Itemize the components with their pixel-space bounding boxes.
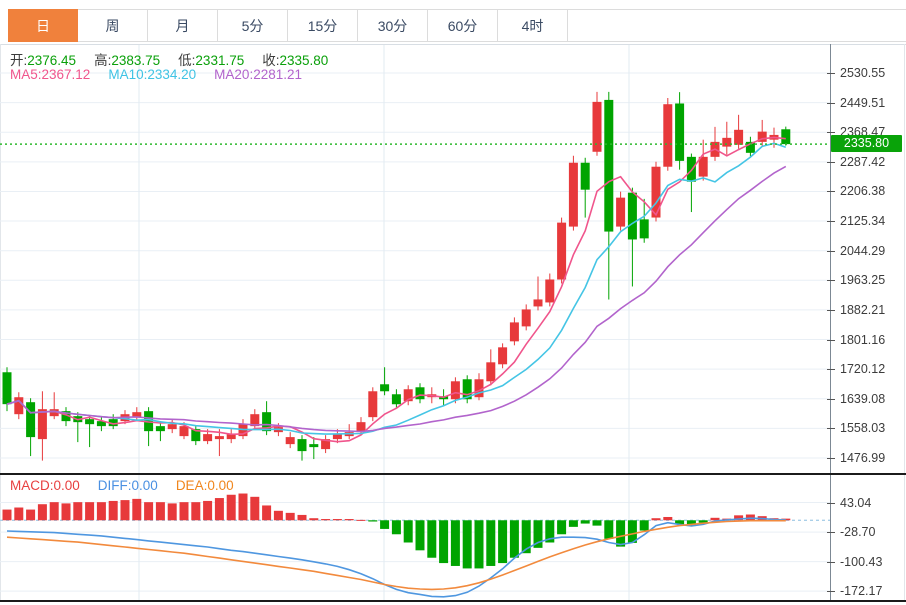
price-tick-mark bbox=[827, 102, 835, 104]
price-tick-label: 2287.42 bbox=[840, 154, 886, 169]
legend-label: MA10: bbox=[108, 67, 148, 82]
price-tick-mark bbox=[827, 428, 835, 430]
chart-right-border bbox=[904, 44, 905, 601]
legend-value: 0.00 bbox=[207, 478, 234, 493]
macd-tick-mark bbox=[827, 502, 835, 504]
macd-tick-label: -28.70 bbox=[840, 525, 876, 540]
legend-label: DEA: bbox=[175, 478, 208, 493]
ohlc-row-item: 开:2376.45 bbox=[10, 49, 76, 69]
macd-legend: MACD:0.00 DIFF:0.00 DEA:0.00 bbox=[10, 478, 252, 493]
current-price-badge: 2335.80 bbox=[831, 135, 902, 153]
price-tick-mark bbox=[827, 339, 835, 341]
gold-chart-app: 日周月 5分 15分 30分 60分 4时 开:2376.45 高:2383.75 低:233… bbox=[0, 0, 906, 605]
tab-5[interactable]: 15分 bbox=[288, 9, 358, 42]
macd-tick-mark bbox=[827, 532, 835, 534]
tab-1[interactable]: 日 bbox=[8, 9, 78, 42]
price-chart-canvas[interactable] bbox=[0, 45, 830, 473]
price-tick-label: 1801.16 bbox=[840, 332, 886, 347]
macd-chart-canvas[interactable] bbox=[0, 475, 830, 600]
price-tick-label: 2530.55 bbox=[840, 65, 886, 80]
ma-row-item: MA10:2334.20 bbox=[108, 67, 196, 82]
macd-row-item: DIFF:0.00 bbox=[98, 478, 158, 493]
price-tick-label: 2044.29 bbox=[840, 243, 886, 258]
legend-label: MA5: bbox=[10, 67, 42, 82]
price-tick-label: 2449.51 bbox=[840, 95, 886, 110]
legend-value: 2376.45 bbox=[27, 53, 77, 68]
price-tick-mark bbox=[827, 398, 835, 400]
ma-row-item: MA20:2281.21 bbox=[214, 67, 302, 82]
ohlc-legend: 开:2376.45 高:2383.75 低:2331.75 收:2335.80 bbox=[10, 49, 346, 69]
tab-6[interactable]: 30分 bbox=[358, 9, 428, 42]
tab-7[interactable]: 60分 bbox=[428, 9, 498, 42]
price-tick-mark bbox=[827, 280, 835, 282]
timeframe-tabbar: 日周月 5分 15分 30分 60分 4时 bbox=[8, 9, 906, 42]
macd-tick-label: -100.43 bbox=[840, 554, 883, 569]
ohlc-row-item: 高:2383.75 bbox=[94, 49, 160, 69]
legend-value: 2334.20 bbox=[147, 67, 197, 82]
price-tick-label: 2125.34 bbox=[840, 214, 886, 229]
legend-value: 2335.80 bbox=[279, 53, 329, 68]
legend-label: 低: bbox=[178, 53, 196, 68]
ma-legend: MA5:2367.12 MA10:2334.20 MA20:2281.21 bbox=[10, 67, 320, 82]
legend-label: MACD: bbox=[10, 478, 54, 493]
bottom-separator bbox=[0, 600, 906, 602]
price-tick-mark bbox=[827, 191, 835, 193]
price-tick-label: 2206.38 bbox=[840, 184, 886, 199]
price-tick-mark bbox=[827, 161, 835, 163]
price-tick-mark bbox=[827, 369, 835, 371]
price-tick-mark bbox=[827, 309, 835, 311]
legend-label: DIFF: bbox=[97, 478, 132, 493]
legend-label: 高: bbox=[94, 53, 112, 68]
price-tick-mark bbox=[827, 132, 835, 134]
macd-row-item: MACD:0.00 bbox=[10, 478, 80, 493]
macd-tick-mark bbox=[827, 591, 835, 593]
price-tick-label: 1639.08 bbox=[840, 391, 886, 406]
legend-value: 2383.75 bbox=[111, 53, 161, 68]
legend-value: 0.00 bbox=[53, 478, 80, 493]
price-tick-mark bbox=[827, 72, 835, 74]
tab-3[interactable]: 月 bbox=[148, 9, 218, 42]
legend-value: 0.00 bbox=[131, 478, 158, 493]
price-tick-mark bbox=[827, 221, 835, 223]
tab-4[interactable]: 5分 bbox=[218, 9, 288, 42]
price-tick-mark bbox=[827, 458, 835, 460]
price-tick-label: 1476.99 bbox=[840, 451, 886, 466]
tab-2[interactable]: 周 bbox=[78, 9, 148, 42]
macd-tick-label: -172.17 bbox=[840, 584, 883, 599]
price-tick-mark bbox=[827, 250, 835, 252]
price-tick-label: 1558.03 bbox=[840, 421, 886, 436]
price-tick-label: 1963.25 bbox=[840, 273, 886, 288]
legend-value: 2331.75 bbox=[195, 53, 245, 68]
legend-label: 收: bbox=[262, 53, 280, 68]
ohlc-row-item: 低:2331.75 bbox=[178, 49, 244, 69]
legend-value: 2367.12 bbox=[41, 67, 91, 82]
price-tick-label: 1720.12 bbox=[840, 362, 886, 377]
tabbar-filler bbox=[568, 9, 906, 42]
ma-row-item: MA5:2367.12 bbox=[10, 67, 90, 82]
macd-tick-label: 43.04 bbox=[840, 495, 872, 510]
tab-8[interactable]: 4时 bbox=[498, 9, 568, 42]
legend-value: 2281.21 bbox=[253, 67, 303, 82]
macd-row-item: DEA:0.00 bbox=[176, 478, 234, 493]
ohlc-row-item: 收:2335.80 bbox=[262, 49, 328, 69]
legend-label: MA20: bbox=[214, 67, 254, 82]
macd-tick-mark bbox=[827, 561, 835, 563]
legend-label: 开: bbox=[10, 53, 28, 68]
price-axis-border bbox=[830, 44, 831, 601]
price-tick-label: 1882.21 bbox=[840, 302, 886, 317]
